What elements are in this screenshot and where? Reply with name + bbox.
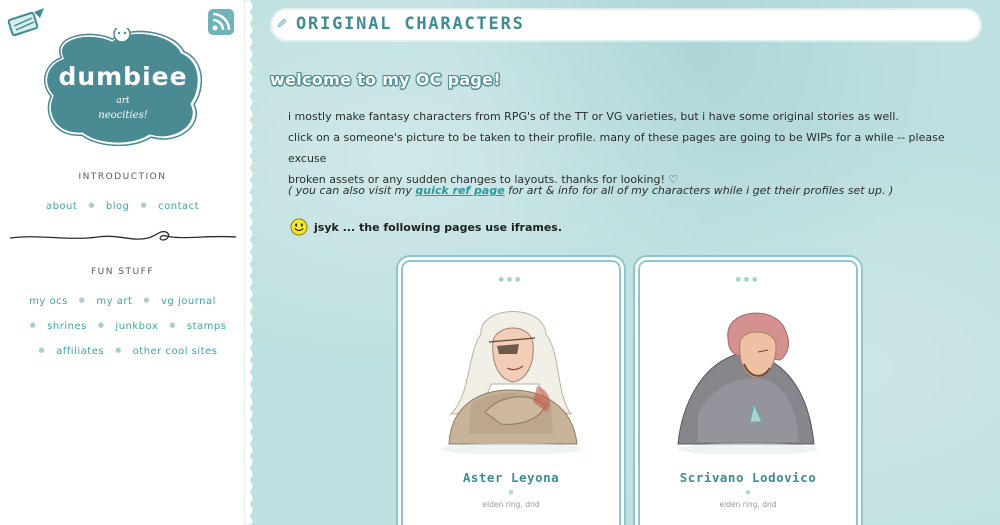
character-name[interactable]: Aster Leyona — [401, 470, 621, 485]
character-tags: elden ring, dnd — [482, 500, 540, 509]
quick-ref-paragraph: ( you can also visit my quick ref page f… — [288, 180, 978, 201]
nav-row-fun-1: my ocs ● my art ● vg journal — [0, 296, 245, 307]
character-tags: elden ring, dnd — [719, 500, 777, 509]
nav-separator: ● — [169, 321, 176, 329]
nav-row-fun-3: ● affiliates ● other cool sites — [0, 346, 245, 357]
quick-ref-text-after: for art & info for all of my characters … — [504, 184, 894, 197]
section-heading-introduction: INTRODUCTION — [78, 172, 167, 182]
logo-subtitle-neocities: neocities! — [98, 110, 148, 121]
iframe-notice-text: jsyk ... the following pages use iframes… — [314, 220, 563, 234]
nav-link-my-art[interactable]: my art — [96, 296, 132, 307]
nav-link-my-ocs[interactable]: my ocs — [29, 296, 68, 307]
logo-subtitle-art: art — [116, 96, 130, 106]
character-card-aster-leyona[interactable]: ●●● Aster Leyona ● elden ring, dnd — [398, 257, 624, 525]
nav-separator: ● — [97, 321, 105, 329]
nav-link-shrines[interactable]: shrines — [47, 321, 87, 332]
nav-link-junkbox[interactable]: junkbox — [115, 321, 158, 332]
card-dot-decoration: ● — [745, 489, 751, 496]
pencil-icon — [277, 18, 287, 28]
section-heading-fun-stuff: FUN STUFF — [90, 267, 154, 277]
nav-link-blog[interactable]: blog — [106, 201, 130, 212]
nav-separator: ● — [78, 296, 86, 304]
card-dots-decoration: ●●● — [735, 276, 761, 283]
intro-line-2: click on a someone's picture to be taken… — [288, 131, 945, 165]
card-dot-decoration: ● — [508, 489, 514, 496]
nav-separator: ● — [115, 346, 122, 354]
nav-separator: ● — [140, 201, 148, 209]
logo-title: dumbiee — [58, 62, 188, 91]
character-card-scrivano-lodovico[interactable]: ●●● Scrivano Lodovico ● elden ring, dnd — [635, 257, 861, 525]
quick-ref-text-before: ( you can also visit my — [288, 184, 416, 197]
nav-row-fun-2: ● shrines ● junkbox ● stamps — [0, 321, 245, 332]
nav-separator: ● — [88, 201, 95, 209]
sidebar-scalloped-edge — [244, 0, 254, 525]
quick-ref-link[interactable]: quick ref page — [415, 184, 504, 197]
sidebar: dumbiee art neocities! INTRODUCTION abou… — [0, 0, 250, 525]
character-portrait-scrivano-lodovico[interactable] — [658, 294, 838, 454]
character-portrait-aster-leyona[interactable] — [421, 294, 601, 454]
nav-separator: ● — [29, 321, 37, 329]
card-dots-decoration: ●●● — [498, 276, 524, 283]
character-name[interactable]: Scrivano Lodovico — [638, 470, 858, 485]
intro-paragraph: i mostly make fantasy characters from RP… — [288, 106, 978, 190]
nav-row-introduction: about ● blog ● contact — [0, 201, 245, 212]
nav-link-other-cool-sites[interactable]: other cool sites — [133, 346, 218, 357]
nav-link-stamps[interactable]: stamps — [187, 321, 227, 332]
page-title: ORIGINAL CHARACTERS — [296, 14, 525, 34]
nav-link-affiliates[interactable]: affiliates — [56, 346, 104, 357]
welcome-heading: welcome to my OC page! — [270, 70, 501, 89]
rss-feed-icon[interactable] — [207, 8, 235, 36]
nav-separator: ● — [38, 346, 46, 354]
nav-link-about[interactable]: about — [46, 201, 77, 212]
iframe-notice: jsyk ... the following pages use iframes… — [290, 218, 562, 236]
intro-line-1: i mostly make fantasy characters from RP… — [288, 110, 899, 123]
nav-link-contact[interactable]: contact — [158, 201, 199, 212]
smiley-icon — [290, 218, 308, 236]
squiggle-divider — [9, 230, 237, 241]
nav-link-vg-journal[interactable]: vg journal — [161, 296, 216, 307]
nav-separator: ● — [143, 296, 151, 304]
